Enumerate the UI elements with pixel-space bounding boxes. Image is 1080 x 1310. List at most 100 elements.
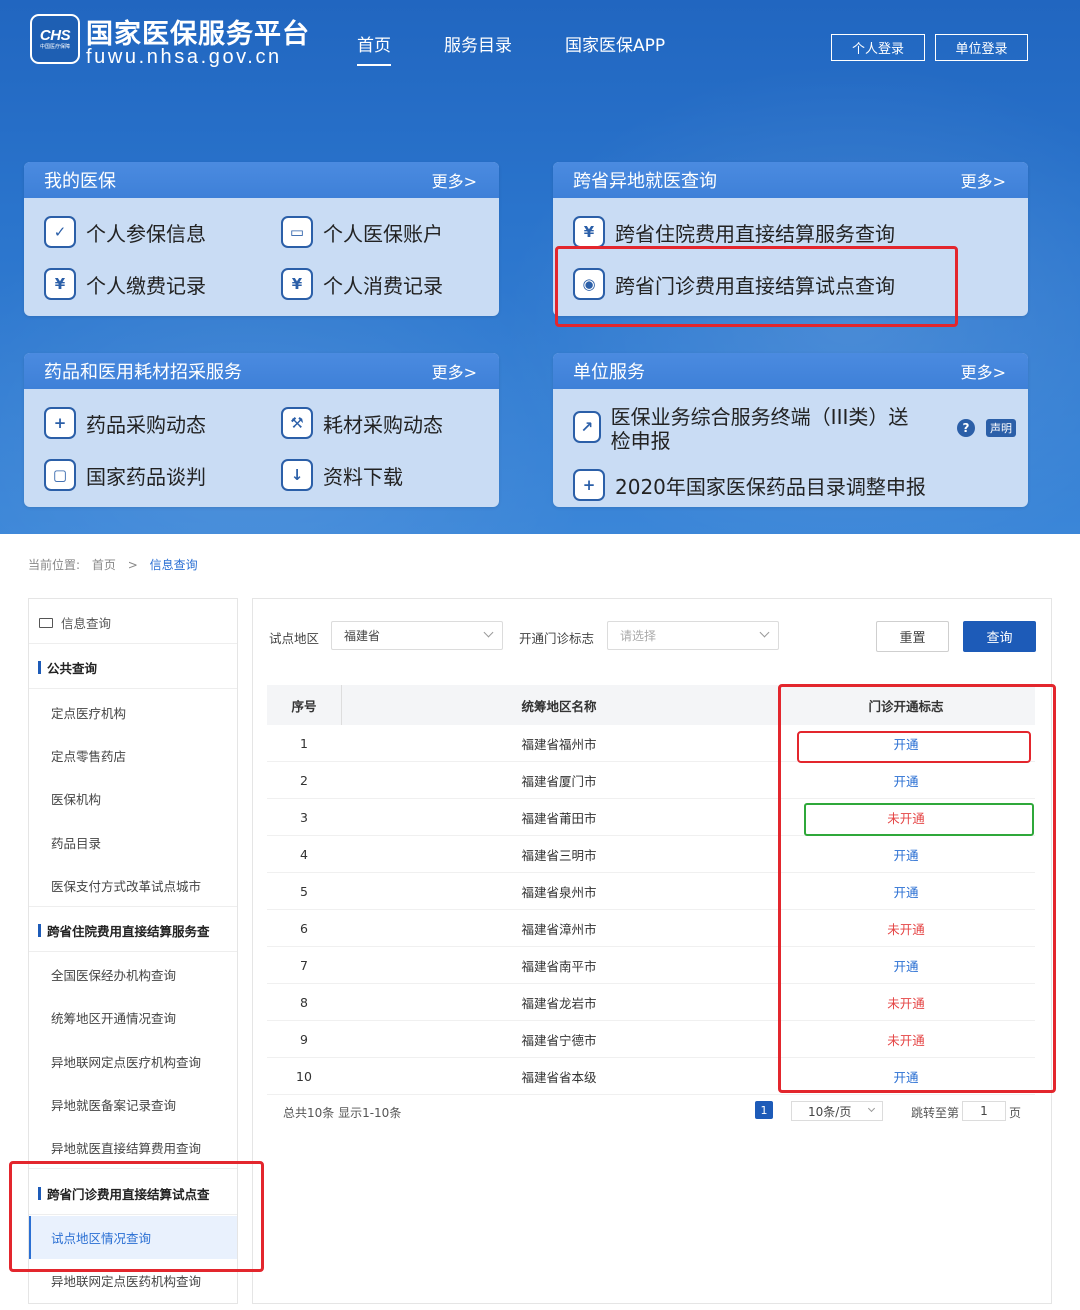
download-icon: ↓: [281, 459, 313, 491]
sidebar-group-outpatient[interactable]: 跨省门诊费用直接结算试点查: [29, 1172, 237, 1215]
status-select[interactable]: 请选择: [607, 621, 779, 650]
nav-app[interactable]: 国家医保APP: [565, 31, 665, 56]
sidebar-item-networked-hospitals[interactable]: 异地联网定点医疗机构查询: [29, 1040, 237, 1083]
more-link[interactable]: 更多>: [432, 168, 477, 192]
item-consumable-procurement[interactable]: ⚒ 耗材采购动态: [281, 407, 443, 439]
breadcrumb-home[interactable]: 首页: [92, 558, 116, 572]
sidebar-item-drug-catalog[interactable]: 药品目录: [29, 821, 237, 864]
location-pin-icon: ◉: [573, 268, 605, 300]
item-terminal-inspection[interactable]: ↗ 医保业务综合服务终端（III类）送检申报: [573, 405, 913, 453]
sidebar-item-filing-records[interactable]: 异地就医备案记录查询: [29, 1083, 237, 1126]
item-download[interactable]: ↓ 资料下载: [281, 459, 403, 491]
folder-icon: [39, 618, 53, 628]
table-row: 6 福建省漳州市 未开通: [267, 910, 1035, 947]
chart-icon: ↗: [573, 411, 601, 443]
unit-login-button[interactable]: 单位登录: [935, 34, 1028, 61]
nav-home[interactable]: 首页: [357, 31, 391, 66]
page-size-value: 10条/页: [808, 1104, 852, 1119]
cell-region: 福建省莆田市: [521, 810, 597, 826]
card-unit-service: 单位服务 更多> ↗ 医保业务综合服务终端（III类）送检申报 ? 声明 + 2…: [553, 353, 1028, 507]
query-button[interactable]: 查询: [963, 621, 1036, 652]
sidebar-top-info-query[interactable]: 信息查询: [29, 601, 237, 644]
sidebar-item-payment-reform-cities[interactable]: 医保支付方式改革试点城市: [29, 864, 237, 907]
sidebar-item-networked-pharmacies[interactable]: 异地联网定点医药机构查询: [29, 1259, 237, 1302]
item-label: 耗材采购动态: [323, 412, 443, 437]
breadcrumb-separator: >: [127, 558, 138, 572]
sidebar-group-public[interactable]: 公共查询: [29, 646, 237, 689]
sidebar-item-agency-query[interactable]: 全国医保经办机构查询: [29, 953, 237, 996]
cell-status: 开通: [893, 884, 919, 900]
personal-login-button[interactable]: 个人登录: [831, 34, 925, 61]
sidebar-item-pilot-regions[interactable]: 试点地区情况查询: [29, 1216, 237, 1259]
item-outpatient-pilot-query[interactable]: ◉ 跨省门诊费用直接结算试点查询: [573, 268, 895, 300]
cell-no: 2: [300, 772, 308, 788]
card-header: 单位服务 更多>: [553, 353, 1028, 389]
item-consumption-record[interactable]: ¥ 个人消费记录: [281, 268, 443, 300]
item-drug-procurement[interactable]: + 药品采购动态: [44, 407, 206, 439]
help-icon[interactable]: ?: [957, 419, 975, 437]
chevron-down-icon: [759, 627, 770, 638]
logo-text: CHS: [39, 26, 71, 44]
more-link[interactable]: 更多>: [961, 359, 1006, 383]
cell-status: 未开通: [887, 995, 925, 1011]
cell-region: 福建省龙岩市: [521, 995, 597, 1011]
region-select[interactable]: 福建省: [331, 621, 503, 650]
status-placeholder: 请选择: [620, 629, 657, 643]
jump-page-input[interactable]: 1: [962, 1101, 1006, 1121]
sidebar-item-retail-pharmacy[interactable]: 定点零售药店: [29, 734, 237, 777]
card-header: 药品和医用耗材招采服务 更多>: [24, 353, 499, 389]
sidebar-item-designated-hospitals[interactable]: 定点医疗机构: [29, 691, 237, 734]
item-label: 跨省住院费用直接结算服务查询: [615, 221, 895, 246]
table-row: 4 福建省三明市 开通: [267, 836, 1035, 873]
more-link[interactable]: 更多>: [961, 168, 1006, 192]
card-my-insurance: 我的医保 更多> ✓ 个人参保信息 ▭ 个人医保账户 ¥ 个人缴费记录 ¥ 个人…: [24, 162, 499, 316]
card-title: 单位服务: [573, 362, 645, 383]
cell-status: 未开通: [887, 810, 925, 826]
table-row: 2 福建省厦门市 开通: [267, 762, 1035, 799]
col-header-status: 门诊开通标志: [868, 698, 944, 714]
chevron-down-icon: [867, 1104, 876, 1113]
sidebar-item-region-status[interactable]: 统筹地区开通情况查询: [29, 996, 237, 1039]
cell-no: 9: [300, 1031, 308, 1047]
card-title: 我的医保: [44, 171, 116, 192]
item-inpatient-settlement-query[interactable]: ¥ 跨省住院费用直接结算服务查询: [573, 216, 895, 248]
item-personal-account[interactable]: ▭ 个人医保账户: [281, 216, 443, 248]
statement-badge[interactable]: 声明: [986, 419, 1016, 437]
item-payment-record[interactable]: ¥ 个人缴费记录: [44, 268, 206, 300]
cell-region: 福建省厦门市: [521, 773, 597, 789]
coin-icon: ¥: [573, 216, 605, 248]
site-domain: fuwu.nhsa.gov.cn: [86, 46, 282, 68]
sidebar-item-settlement-costs[interactable]: 异地就医直接结算费用查询: [29, 1126, 237, 1169]
query-panel: 试点地区 福建省 开通门诊标志 请选择 重置 查询 序号 统筹地区名称 门诊开通…: [252, 598, 1052, 1304]
cell-region: 福建省泉州市: [521, 884, 597, 900]
item-label: 资料下载: [323, 464, 403, 489]
table-row: 5 福建省泉州市 开通: [267, 873, 1035, 910]
cell-status: 未开通: [887, 1032, 925, 1048]
item-label: 2020年国家医保药品目录调整申报: [615, 474, 926, 499]
hero-banner: CHS 中国医疗保障 国家医保服务平台 fuwu.nhsa.gov.cn 首页 …: [0, 0, 1080, 534]
item-label: 国家药品谈判: [86, 464, 206, 489]
card-header: 跨省异地就医查询 更多>: [553, 162, 1028, 198]
item-drug-catalog-adjust[interactable]: + 2020年国家医保药品目录调整申报: [573, 469, 926, 501]
sidebar-item-insurance-agency[interactable]: 医保机构: [29, 777, 237, 820]
item-personal-insurance-info[interactable]: ✓ 个人参保信息: [44, 216, 206, 248]
cell-status: 开通: [893, 736, 919, 752]
gavel-icon: ⚒: [281, 407, 313, 439]
more-link[interactable]: 更多>: [432, 359, 477, 383]
nav-service-catalog[interactable]: 服务目录: [444, 31, 512, 56]
card-header: 我的医保 更多>: [24, 162, 499, 198]
page-size-select[interactable]: 10条/页: [791, 1101, 883, 1121]
medicine-icon: +: [44, 407, 76, 439]
reset-button[interactable]: 重置: [876, 621, 949, 652]
item-drug-negotiation[interactable]: ▢ 国家药品谈判: [44, 459, 206, 491]
chs-logo[interactable]: CHS 中国医疗保障: [30, 14, 80, 64]
jump-label: 跳转至第: [911, 1106, 960, 1120]
document-shield-icon: ✓: [44, 216, 76, 248]
page-1-button[interactable]: 1: [755, 1101, 773, 1119]
document-plus-icon: +: [573, 469, 605, 501]
cell-no: 5: [300, 883, 308, 899]
sidebar-group-inpatient[interactable]: 跨省住院费用直接结算服务查: [29, 909, 237, 952]
cell-status: 未开通: [887, 921, 925, 937]
cell-region: 福建省福州市: [521, 736, 597, 752]
card-cross-province: 跨省异地就医查询 更多> ¥ 跨省住院费用直接结算服务查询 ◉ 跨省门诊费用直接…: [553, 162, 1028, 316]
